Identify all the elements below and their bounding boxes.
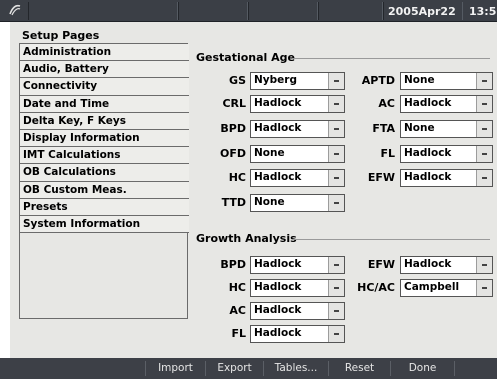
setup-page-ob-calculations[interactable]: OB Calculations: [20, 164, 189, 182]
status-bar: 2005Apr22 13:5: [0, 0, 497, 22]
setup-page-delta-key[interactable]: Delta Key, F Keys: [20, 112, 189, 130]
softkey-bar: Import Export Tables... Reset Done: [0, 358, 497, 379]
ga-ofd-label: OFD: [220, 147, 246, 160]
chevron-down-icon[interactable]: [328, 121, 344, 137]
ga-gs-label: GS: [229, 74, 246, 87]
ga-efw-label: EFW: [367, 171, 395, 184]
select-value: Hadlock: [404, 171, 452, 183]
ga-hc-label: HC: [228, 171, 246, 184]
select-value: Hadlock: [254, 122, 302, 134]
select-value: Hadlock: [254, 327, 302, 339]
ga-ac-label: AC: [378, 97, 395, 110]
growth-ac-label: AC: [229, 304, 246, 317]
logo-icon: [9, 4, 21, 16]
import-button[interactable]: Import: [145, 361, 205, 376]
ga-bpd-label: BPD: [220, 122, 246, 135]
ga-aptd-select[interactable]: None: [400, 72, 493, 90]
select-value: Hadlock: [404, 147, 452, 159]
chevron-down-icon[interactable]: [328, 280, 344, 296]
chevron-down-icon[interactable]: [476, 121, 492, 137]
ga-gs-select[interactable]: Nyberg: [250, 72, 345, 90]
chevron-down-icon[interactable]: [476, 96, 492, 112]
chevron-down-icon[interactable]: [476, 280, 492, 296]
setup-page-presets[interactable]: Presets: [20, 198, 189, 216]
growth-fl-label: FL: [231, 327, 246, 340]
ga-ofd-select[interactable]: None: [250, 145, 345, 163]
select-value: Hadlock: [404, 97, 452, 109]
setup-page-ob-custom-meas[interactable]: OB Custom Meas.: [20, 181, 189, 199]
chevron-down-icon[interactable]: [476, 73, 492, 89]
ga-efw-select[interactable]: Hadlock: [400, 169, 493, 187]
export-button[interactable]: Export: [205, 361, 263, 376]
chevron-down-icon[interactable]: [328, 257, 344, 273]
select-value: None: [404, 122, 435, 134]
section-divider: [292, 239, 490, 240]
chevron-down-icon[interactable]: [328, 195, 344, 211]
growth-fl-select[interactable]: Hadlock: [250, 325, 345, 343]
reset-button[interactable]: Reset: [328, 361, 390, 376]
setup-page-administration[interactable]: Administration: [20, 44, 189, 62]
ga-bpd-select[interactable]: Hadlock: [250, 120, 345, 138]
ga-crl-label: CRL: [222, 97, 246, 110]
status-date: 2005Apr22: [388, 5, 456, 18]
setup-page-display-information[interactable]: Display Information: [20, 129, 189, 148]
growth-efw-select[interactable]: Hadlock: [400, 256, 493, 274]
chevron-down-icon[interactable]: [476, 146, 492, 162]
chevron-down-icon[interactable]: [476, 257, 492, 273]
growth-hcac-select[interactable]: Campbell: [400, 279, 493, 297]
ga-ttd-label: TTD: [221, 196, 246, 209]
growth-bpd-select[interactable]: Hadlock: [250, 256, 345, 274]
select-value: None: [254, 147, 285, 159]
setup-page-date-time[interactable]: Date and Time: [20, 95, 189, 113]
ga-fta-label: FTA: [372, 122, 395, 135]
select-value: Hadlock: [254, 97, 302, 109]
growth-hcac-label: HC/AC: [357, 281, 395, 294]
select-value: Campbell: [404, 281, 460, 293]
chevron-down-icon[interactable]: [328, 146, 344, 162]
setup-pages-list: Administration Audio, Battery Connectivi…: [19, 43, 189, 319]
ga-crl-select[interactable]: Hadlock: [250, 95, 345, 113]
ga-aptd-label: APTD: [361, 74, 395, 87]
chevron-down-icon[interactable]: [328, 303, 344, 319]
select-value: Hadlock: [254, 171, 302, 183]
chevron-down-icon[interactable]: [328, 96, 344, 112]
growth-hc-select[interactable]: Hadlock: [250, 279, 345, 297]
growth-ac-select[interactable]: Hadlock: [250, 302, 345, 320]
ga-hc-select[interactable]: Hadlock: [250, 169, 345, 187]
growth-analysis-title: Growth Analysis: [196, 232, 297, 245]
ga-fl-label: FL: [380, 147, 395, 160]
select-value: Hadlock: [254, 281, 302, 293]
chevron-down-icon[interactable]: [328, 170, 344, 186]
setup-page-imt-calculations[interactable]: IMT Calculations: [20, 147, 189, 165]
chevron-down-icon[interactable]: [476, 170, 492, 186]
status-segment: [178, 2, 248, 20]
growth-efw-label: EFW: [367, 258, 395, 271]
ga-fl-select[interactable]: Hadlock: [400, 145, 493, 163]
status-segment: [318, 2, 383, 20]
section-divider: [292, 58, 490, 59]
ga-fta-select[interactable]: None: [400, 120, 493, 138]
setup-page-system-information[interactable]: System Information: [20, 215, 189, 234]
status-segment: [28, 2, 178, 20]
growth-hc-label: HC: [228, 281, 246, 294]
setup-pages-title: Setup Pages: [22, 29, 100, 42]
ga-ttd-select[interactable]: None: [250, 194, 345, 212]
status-time: 13:5: [469, 5, 497, 18]
setup-page-audio-battery[interactable]: Audio, Battery: [20, 61, 189, 79]
done-button[interactable]: Done: [390, 361, 455, 376]
select-value: None: [254, 196, 285, 208]
select-value: Hadlock: [254, 304, 302, 316]
tables-button[interactable]: Tables...: [263, 361, 328, 376]
select-value: Hadlock: [254, 258, 302, 270]
chevron-down-icon[interactable]: [328, 326, 344, 342]
select-value: Hadlock: [404, 258, 452, 270]
select-value: Nyberg: [254, 74, 297, 86]
gestational-age-title: Gestational Age: [196, 51, 296, 64]
setup-page-connectivity[interactable]: Connectivity: [20, 78, 189, 96]
chevron-down-icon[interactable]: [328, 73, 344, 89]
status-segment: [248, 2, 318, 20]
ga-ac-select[interactable]: Hadlock: [400, 95, 493, 113]
select-value: None: [404, 74, 435, 86]
growth-bpd-label: BPD: [220, 258, 246, 271]
